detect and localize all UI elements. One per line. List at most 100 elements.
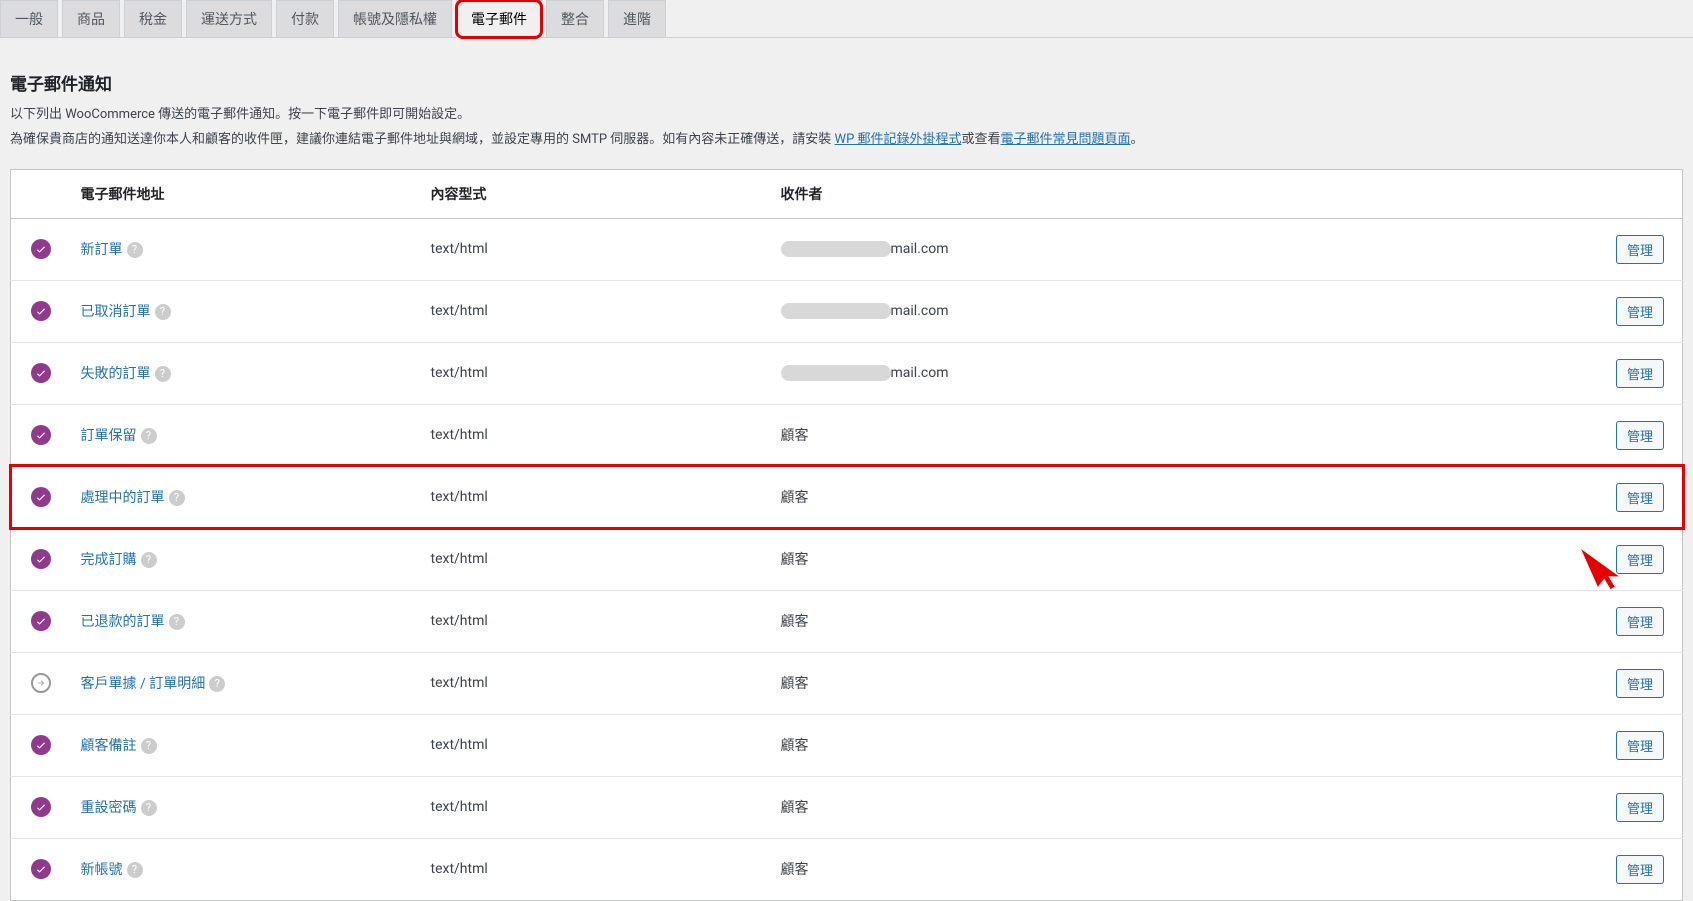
status-cell (11, 218, 71, 280)
content-type-cell: text/html (421, 218, 771, 280)
help-icon[interactable]: ? (127, 242, 143, 258)
actions-cell: 管理 (1593, 590, 1683, 652)
desc-text: 。 (1131, 132, 1144, 147)
tab-7[interactable]: 整合 (546, 0, 604, 37)
help-icon[interactable]: ? (127, 862, 143, 878)
manage-button[interactable]: 管理 (1616, 297, 1664, 326)
recipient-cell: 顧客 (771, 404, 1593, 466)
email-faq-link[interactable]: 電子郵件常見問題頁面 (1001, 132, 1131, 147)
table-row: 新帳號?text/html顧客管理 (11, 838, 1683, 900)
desc-text: 或查看 (962, 132, 1001, 147)
manage-button[interactable]: 管理 (1616, 607, 1664, 636)
table-row: 失敗的訂單?text/htmlmail.com管理 (11, 342, 1683, 404)
actions-cell: 管理 (1593, 528, 1683, 590)
manage-button[interactable]: 管理 (1616, 669, 1664, 698)
content-type-cell: text/html (421, 838, 771, 900)
actions-cell: 管理 (1593, 652, 1683, 714)
status-cell (11, 466, 71, 528)
help-icon[interactable]: ? (209, 676, 225, 692)
content-type-cell: text/html (421, 776, 771, 838)
name-cell: 重設密碼? (71, 776, 421, 838)
wp-mail-log-link[interactable]: WP 郵件記錄外掛程式 (835, 132, 962, 147)
manage-button[interactable]: 管理 (1616, 545, 1664, 574)
email-name-link[interactable]: 訂單保留 (81, 428, 137, 444)
th-recipient: 收件者 (771, 169, 1593, 218)
table-row: 重設密碼?text/html顧客管理 (11, 776, 1683, 838)
recipient-cell: mail.com (771, 218, 1593, 280)
tab-1[interactable]: 商品 (62, 0, 120, 37)
help-icon[interactable]: ? (155, 304, 171, 320)
email-name-link[interactable]: 新帳號 (81, 862, 123, 878)
email-name-link[interactable]: 已取消訂單 (81, 304, 151, 320)
table-row: 已退款的訂單?text/html顧客管理 (11, 590, 1683, 652)
help-icon[interactable]: ? (141, 800, 157, 816)
tab-4[interactable]: 付款 (276, 0, 334, 37)
recipient-cell: 顧客 (771, 714, 1593, 776)
arrow-circle-icon (31, 673, 51, 693)
content-type-cell: text/html (421, 528, 771, 590)
name-cell: 已退款的訂單? (71, 590, 421, 652)
th-content-type: 內容型式 (421, 169, 771, 218)
name-cell: 客戶單據 / 訂單明細? (71, 652, 421, 714)
desc-text: 為確保貴商店的通知送達你本人和顧客的收件匣，建議你連結電子郵件地址與網域，並設定… (10, 132, 835, 147)
table-row: 新訂單?text/htmlmail.com管理 (11, 218, 1683, 280)
check-circle-icon (31, 239, 51, 259)
help-icon[interactable]: ? (169, 614, 185, 630)
name-cell: 失敗的訂單? (71, 342, 421, 404)
status-cell (11, 838, 71, 900)
redacted-email (781, 365, 891, 381)
status-cell (11, 528, 71, 590)
settings-tabs: 一般商品稅金運送方式付款帳號及隱私權電子郵件整合進階 (0, 0, 1693, 38)
email-name-link[interactable]: 完成訂購 (81, 552, 137, 568)
status-cell (11, 404, 71, 466)
status-cell (11, 342, 71, 404)
name-cell: 訂單保留? (71, 404, 421, 466)
email-name-link[interactable]: 客戶單據 / 訂單明細 (81, 676, 206, 692)
name-cell: 處理中的訂單? (71, 466, 421, 528)
actions-cell: 管理 (1593, 280, 1683, 342)
email-name-link[interactable]: 重設密碼 (81, 800, 137, 816)
email-name-link[interactable]: 新訂單 (81, 242, 123, 258)
name-cell: 新帳號? (71, 838, 421, 900)
recipient-tail: mail.com (891, 241, 949, 257)
recipient-cell: 顧客 (771, 776, 1593, 838)
status-cell (11, 776, 71, 838)
table-row: 訂單保留?text/html顧客管理 (11, 404, 1683, 466)
manage-button[interactable]: 管理 (1616, 235, 1664, 264)
recipient-cell: 顧客 (771, 652, 1593, 714)
manage-button[interactable]: 管理 (1616, 793, 1664, 822)
email-name-link[interactable]: 已退款的訂單 (81, 614, 165, 630)
manage-button[interactable]: 管理 (1616, 421, 1664, 450)
help-icon[interactable]: ? (141, 552, 157, 568)
tab-0[interactable]: 一般 (0, 0, 58, 37)
help-icon[interactable]: ? (169, 490, 185, 506)
recipient-cell: 顧客 (771, 528, 1593, 590)
tab-3[interactable]: 運送方式 (186, 0, 272, 37)
manage-button[interactable]: 管理 (1616, 731, 1664, 760)
tab-8[interactable]: 進階 (608, 0, 666, 37)
status-cell (11, 590, 71, 652)
table-row: 處理中的訂單?text/html顧客管理 (11, 466, 1683, 528)
email-name-link[interactable]: 處理中的訂單 (81, 490, 165, 506)
name-cell: 新訂單? (71, 218, 421, 280)
check-circle-icon (31, 425, 51, 445)
tab-6[interactable]: 電子郵件 (456, 0, 542, 38)
check-circle-icon (31, 549, 51, 569)
actions-cell: 管理 (1593, 714, 1683, 776)
check-circle-icon (31, 301, 51, 321)
email-name-link[interactable]: 顧客備註 (81, 738, 137, 754)
tab-5[interactable]: 帳號及隱私權 (338, 0, 452, 37)
help-icon[interactable]: ? (141, 738, 157, 754)
recipient-cell: 顧客 (771, 838, 1593, 900)
th-status (11, 169, 71, 218)
help-icon[interactable]: ? (155, 366, 171, 382)
manage-button[interactable]: 管理 (1616, 359, 1664, 388)
manage-button[interactable]: 管理 (1616, 855, 1664, 884)
help-icon[interactable]: ? (141, 428, 157, 444)
content-type-cell: text/html (421, 404, 771, 466)
email-name-link[interactable]: 失敗的訂單 (81, 366, 151, 382)
tab-2[interactable]: 稅金 (124, 0, 182, 37)
table-row: 已取消訂單?text/htmlmail.com管理 (11, 280, 1683, 342)
name-cell: 已取消訂單? (71, 280, 421, 342)
manage-button[interactable]: 管理 (1616, 483, 1664, 512)
